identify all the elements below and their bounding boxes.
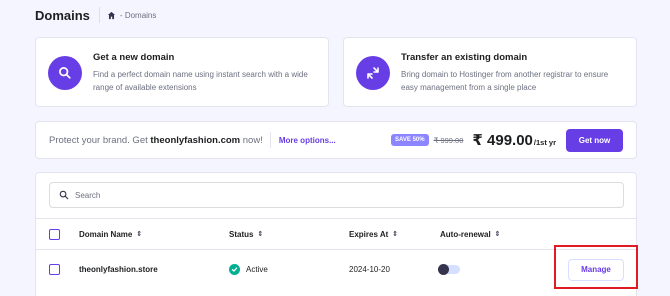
- promo-description: Bring domain to Hostinger from another r…: [401, 70, 609, 92]
- highlight-box: [554, 245, 638, 289]
- home-icon[interactable]: [107, 11, 116, 20]
- offer-prefix: Protect your brand. Get: [49, 134, 148, 146]
- header-divider: [98, 7, 100, 23]
- column-label: Status: [229, 229, 254, 239]
- search-icon: [59, 190, 69, 200]
- more-options-link[interactable]: More options...: [279, 136, 336, 145]
- expires-date: 2024-10-20: [349, 265, 390, 274]
- domains-table-card: Search Domain Name ⇕ Status ⇕ Expires At…: [35, 172, 637, 296]
- check-circle-icon: [229, 264, 240, 275]
- transfer-domain-card[interactable]: Transfer an existing domain Bring domain…: [343, 37, 637, 107]
- sort-icon: ⇕: [136, 231, 143, 238]
- column-domain-name[interactable]: Domain Name ⇕: [79, 220, 142, 248]
- table-divider: [36, 218, 636, 219]
- table-header: Domain Name ⇕ Status ⇕ Expires At ⇕ Auto…: [36, 220, 636, 248]
- search-input[interactable]: Search: [49, 182, 624, 208]
- sort-icon: ⇕: [392, 231, 399, 238]
- column-label: Expires At: [349, 229, 389, 239]
- promo-description: Find a perfect domain name using instant…: [93, 70, 308, 92]
- price-period: /1st yr: [533, 137, 556, 147]
- column-label: Auto-renewal: [440, 229, 491, 239]
- offer-text: Protect your brand. Get theonlyfashion.c…: [49, 135, 263, 146]
- select-all-checkbox[interactable]: [49, 228, 60, 240]
- old-price: ₹ 999.00: [433, 135, 464, 145]
- breadcrumb-separator: -: [119, 10, 123, 20]
- column-status[interactable]: Status ⇕: [229, 220, 263, 248]
- breadcrumb: - Domains: [107, 11, 156, 20]
- table-row: theonlyfashion.store Active 2024-10-20 M…: [36, 249, 636, 289]
- breadcrumb-current: Domains: [124, 10, 157, 20]
- column-auto-renewal[interactable]: Auto-renewal ⇕: [440, 220, 501, 248]
- save-badge: SAVE 50%: [391, 134, 429, 146]
- search-icon: [48, 56, 82, 90]
- page-title: Domains: [35, 7, 90, 23]
- sort-icon: ⇕: [257, 231, 264, 238]
- column-expires-at[interactable]: Expires At ⇕: [349, 220, 398, 248]
- get-new-domain-card[interactable]: Get a new domain Find a perfect domain n…: [35, 37, 329, 107]
- promo-title: Get a new domain: [93, 52, 175, 63]
- offer-suffix: now!: [242, 134, 263, 146]
- status-cell: Active: [229, 250, 268, 289]
- toggle-knob: [438, 264, 449, 275]
- sort-icon: ⇕: [494, 231, 501, 238]
- search-placeholder: Search: [75, 190, 101, 200]
- status-text: Active: [246, 265, 268, 274]
- domain-name[interactable]: theonlyfashion.store: [79, 250, 158, 289]
- auto-renewal-toggle[interactable]: [438, 264, 460, 275]
- transfer-arrows-icon: [356, 56, 390, 90]
- row-checkbox[interactable]: [49, 264, 60, 275]
- column-label: Domain Name: [79, 229, 133, 239]
- offer-domain: theonlyfashion.com: [150, 134, 241, 146]
- domain-offer-banner: Protect your brand. Get theonlyfashion.c…: [35, 121, 637, 159]
- banner-divider: [269, 132, 271, 148]
- new-price: ₹ 499.00: [472, 132, 533, 149]
- page-header: Domains - Domains: [35, 7, 156, 23]
- get-now-button[interactable]: Get now: [566, 128, 623, 152]
- promo-title: Transfer an existing domain: [401, 52, 528, 63]
